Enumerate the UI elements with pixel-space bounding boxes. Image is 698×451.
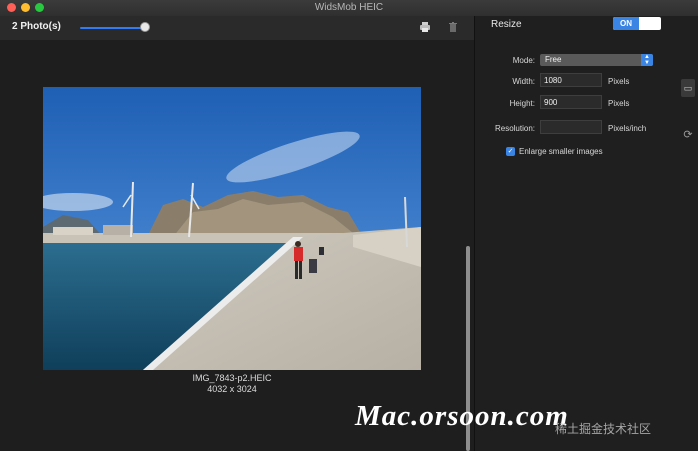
resize-toggle[interactable]: ON: [613, 17, 661, 30]
watermark-text: Mac.orsoon.com: [355, 400, 569, 432]
trash-icon[interactable]: [447, 21, 459, 33]
zoom-slider-knob[interactable]: [140, 22, 150, 32]
width-input[interactable]: 1080: [540, 73, 602, 87]
photos-count: 2 Photo(s): [12, 21, 61, 32]
photo-dimensions: 4032 x 3024: [207, 384, 257, 394]
height-label: Height:: [509, 99, 535, 108]
refresh-icon[interactable]: ⟳: [681, 128, 695, 142]
mode-select[interactable]: Free ▲ ▼: [540, 54, 653, 66]
watermark-secondary: 稀土掘金技术社区: [555, 422, 652, 436]
mode-label: Mode:: [512, 56, 535, 65]
resolution-unit: Pixels/inch: [608, 124, 647, 133]
resolution-label: Resolution:: [494, 124, 535, 133]
enlarge-label: Enlarge smaller images: [519, 147, 603, 156]
harbor-photo: [43, 87, 421, 370]
enlarge-checkbox[interactable]: ✓: [506, 147, 515, 156]
photo-preview[interactable]: [43, 87, 421, 370]
mode-value: Free: [545, 55, 562, 64]
height-unit: Pixels: [608, 99, 630, 108]
toggle-on-label: ON: [613, 17, 639, 30]
resize-title: Resize: [491, 19, 522, 30]
toolbar: 2 Photo(s): [0, 16, 474, 41]
title-bar: WidsMob HEIC: [0, 0, 698, 17]
window-title: WidsMob HEIC: [314, 2, 384, 13]
zoom-slider-track[interactable]: [80, 27, 144, 29]
height-input[interactable]: 900: [540, 95, 602, 109]
printer-icon[interactable]: [419, 21, 431, 33]
width-unit: Pixels: [608, 77, 630, 86]
resize-panel: Resize ON Mode: Free ▲ ▼ Width: 1080 Pixe…: [475, 16, 698, 451]
image-icon[interactable]: ▭: [681, 79, 695, 97]
photo-viewer: IMG_7843-p2.HEIC 4032 x 3024: [0, 40, 474, 451]
width-label: Width:: [512, 77, 535, 86]
resolution-input[interactable]: [540, 120, 602, 134]
chevron-updown-icon: ▲ ▼: [641, 54, 653, 66]
photo-filename: IMG_7843-p2.HEIC: [192, 373, 272, 383]
